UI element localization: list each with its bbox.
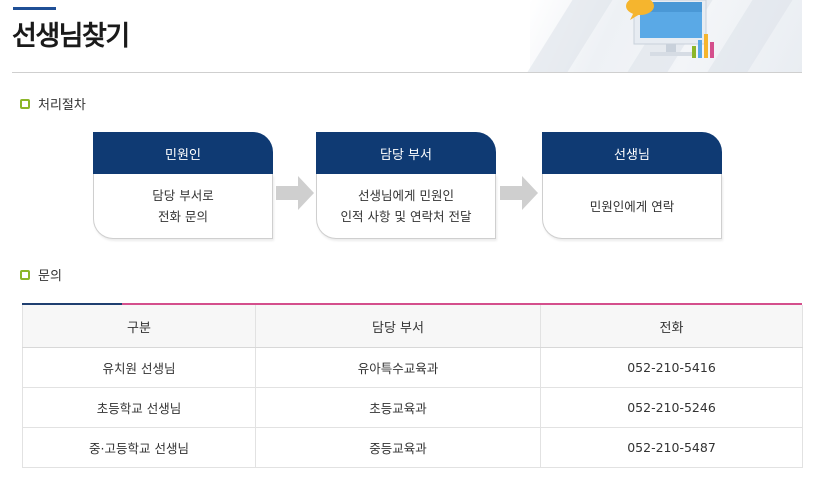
right-arrow-icon	[276, 176, 314, 210]
process-step-2: 담당 부서 선생님에게 민원인 인적 사항 및 연락처 전달	[316, 132, 496, 239]
category-cell: 중·고등학교 선생님	[22, 427, 256, 468]
square-bullet-icon	[20, 98, 30, 109]
column-header-category: 구분	[22, 305, 256, 348]
process-section-heading: 처리절차	[20, 94, 86, 113]
title-accent-bar	[13, 7, 56, 10]
department-cell: 유아특수교육과	[255, 347, 541, 388]
process-step-1: 민원인 담당 부서로 전화 문의	[93, 132, 273, 239]
column-header-phone: 전화	[540, 305, 803, 348]
table-row: 초등학교 선생님 초등교육과 052-210-5246	[22, 387, 803, 428]
computer-monitor-chart-icon	[626, 0, 714, 58]
department-cell: 중등교육과	[255, 427, 541, 468]
inquiry-section-heading: 문의	[20, 265, 62, 284]
phone-cell: 052-210-5416	[540, 347, 803, 388]
table-row: 중·고등학교 선생님 중등교육과 052-210-5487	[22, 427, 803, 468]
inquiry-heading-text: 문의	[38, 269, 62, 284]
step-description: 민원인에게 연락	[542, 174, 722, 239]
step-title: 민원인	[93, 132, 273, 174]
contact-table: 구분 담당 부서 전화 유치원 선생님 유아특수교육과 052-210-5416…	[22, 305, 803, 468]
process-step-3: 선생님 민원인에게 연락	[542, 132, 722, 239]
step-description: 선생님에게 민원인 인적 사항 및 연락처 전달	[316, 174, 496, 239]
page-title: 선생님찾기	[12, 21, 130, 52]
column-header-department: 담당 부서	[255, 305, 541, 348]
department-cell: 초등교육과	[255, 387, 541, 428]
category-cell: 유치원 선생님	[22, 347, 256, 388]
phone-cell: 052-210-5487	[540, 427, 803, 468]
table-row: 유치원 선생님 유아특수교육과 052-210-5416	[22, 347, 803, 388]
right-arrow-icon	[500, 176, 538, 210]
step-title: 선생님	[542, 132, 722, 174]
phone-cell: 052-210-5246	[540, 387, 803, 428]
header-divider	[12, 72, 802, 73]
category-cell: 초등학교 선생님	[22, 387, 256, 428]
step-title: 담당 부서	[316, 132, 496, 174]
table-header-row: 구분 담당 부서 전화	[22, 305, 803, 348]
process-heading-text: 처리절차	[38, 98, 86, 113]
square-bullet-icon	[20, 269, 30, 280]
step-description: 담당 부서로 전화 문의	[93, 174, 273, 239]
